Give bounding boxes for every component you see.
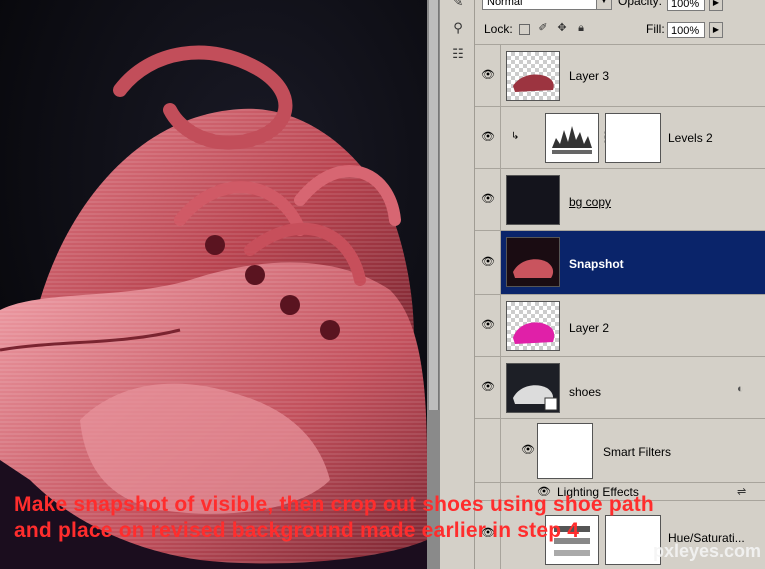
eye-icon: 👁︎ [481,192,495,205]
visibility-toggle[interactable]: 👁︎ [475,45,501,106]
levels-adjustment-icon [545,113,599,163]
layer-row-layer-3[interactable]: 👁︎ Layer 3 [475,44,765,106]
chevron-down-icon: ▼ [596,0,611,9]
blend-row: Normal ▼ Opacity: 100% ▶ [475,0,765,20]
layer-name: bg copy [569,195,612,209]
fill-field[interactable]: 100% [667,22,705,38]
layer-row-levels-2[interactable]: 👁︎ ↳ ⛓︎ Levels 2 [475,106,765,168]
brush-icon[interactable]: ✎ [450,0,466,10]
layer-row-bg-copy[interactable]: 👁︎ bg copy [475,168,765,230]
visibility-toggle[interactable]: 👁︎ [475,231,501,294]
visibility-toggle[interactable]: 👁︎ [475,169,501,230]
layer-thumbnail [506,175,560,225]
layer-name: Layer 3 [569,69,610,83]
scrollbar-thumb[interactable] [429,0,439,410]
layer-row-shoes[interactable]: 👁︎ shoes ◐ [475,356,765,418]
panel-dock-strip: ✎ ⚲ ☷ [440,0,475,569]
eye-icon: 👁︎ [481,318,495,331]
clipping-arrow-icon: ↳ [511,131,520,142]
layer-thumbnail [506,51,560,101]
smart-filter-mask-thumbnail [537,423,593,479]
lock-position-icon[interactable]: ✥ [556,22,568,34]
blend-mode-value: Normal [487,0,523,8]
fill-slider-button[interactable]: ▶ [709,22,723,38]
visibility-toggle[interactable] [475,419,501,482]
eye-icon[interactable]: 👁︎ [521,444,535,455]
layers-panel: Normal ▼ Opacity: 100% ▶ Lock: ✐ ✥ 🔒︎ Fi… [475,0,765,569]
layer-thumbnail [506,301,560,351]
layer-mask-thumbnail [605,113,661,163]
layer-thumbnail [506,237,560,287]
eye-icon: 👁︎ [481,130,495,143]
canvas-scrollbar[interactable] [427,0,440,569]
layer-name: Layer 2 [569,321,610,335]
lock-label: Lock: [484,22,513,36]
opacity-label: Opacity: [618,0,663,8]
visibility-toggle[interactable]: 👁︎ [475,107,501,168]
eye-icon: 👁︎ [481,380,495,393]
layer-row-smart-filters[interactable]: 👁︎ Smart Filters [475,418,765,482]
layer-name: shoes [569,385,602,399]
eye-icon: 👁︎ [481,68,495,81]
layer-thumbnail [506,363,560,413]
layer-row-snapshot[interactable]: 👁︎ Snapshot [475,230,765,294]
opacity-slider-button[interactable]: ▶ [709,0,723,11]
fill-label: Fill: [646,22,665,36]
shoes-photo [0,0,427,569]
lock-image-pixels-icon[interactable]: ✐ [537,22,549,34]
opacity-field[interactable]: 100% [667,0,705,11]
history-brush-icon[interactable]: ☷ [450,48,466,62]
layer-name: Snapshot [569,257,624,271]
tutorial-caption: Make snapshot of visible, then crop out … [14,492,654,544]
layer-name: Levels 2 [668,131,713,145]
document-canvas[interactable] [0,0,427,569]
visibility-toggle[interactable]: 👁︎ [475,295,501,356]
lock-all-icon[interactable]: 🔒︎ [575,22,587,34]
caption-line-2: and place on revised background made ear… [14,519,580,542]
eye-icon: 👁︎ [481,255,495,268]
smart-filter-badge-icon[interactable]: ◐ [737,383,744,395]
layer-name: Smart Filters [603,445,672,459]
clone-stamp-icon[interactable]: ⚲ [450,22,466,36]
filter-options-icon[interactable]: ⇌ [737,485,746,498]
layer-row-layer-2[interactable]: 👁︎ Layer 2 [475,294,765,356]
caption-line-1: Make snapshot of visible, then crop out … [14,493,654,516]
visibility-toggle[interactable]: 👁︎ [475,357,501,418]
lock-transparent-pixels-icon[interactable] [519,24,530,35]
blend-mode-select[interactable]: Normal ▼ [482,0,612,10]
watermark: pxleyes.com [653,541,762,561]
